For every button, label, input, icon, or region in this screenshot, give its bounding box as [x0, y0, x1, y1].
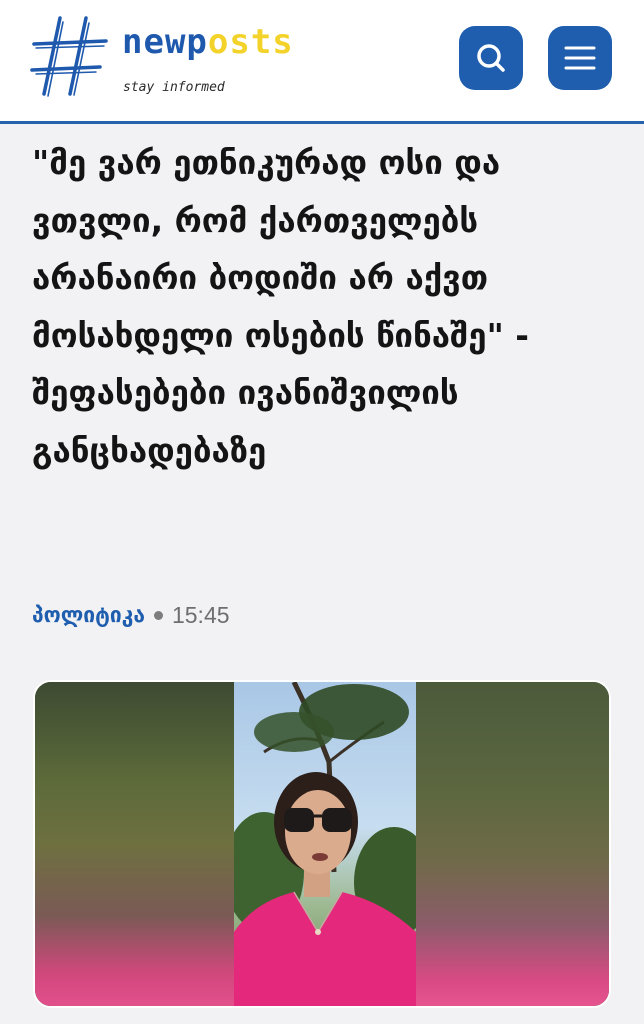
- logo-wordmark-blue: newp: [122, 22, 208, 62]
- site-header: newposts stay informed: [0, 0, 644, 121]
- header-divider: [0, 121, 644, 124]
- video-frame-image: [234, 682, 416, 1006]
- article-meta: პოლიტიკა 15:45: [32, 600, 230, 630]
- search-icon: [477, 44, 505, 72]
- article-headline[interactable]: "მე ვარ ეთნიკურად ოსი და ვთვლი, რომ ქართ…: [32, 134, 622, 479]
- blurred-background-left: [35, 682, 235, 1006]
- logo-wordmark: newposts: [122, 22, 294, 62]
- logo-tagline: stay informed: [123, 80, 225, 95]
- video-frame: [234, 682, 416, 1006]
- hamburger-menu-icon: [564, 46, 596, 70]
- publish-time: 15:45: [171, 601, 230, 628]
- logo-wordmark-yellow: osts: [207, 22, 294, 62]
- separator-dot: [153, 610, 163, 620]
- hash-logo-icon: [30, 16, 108, 97]
- search-button[interactable]: [459, 26, 523, 90]
- site-logo[interactable]: newposts stay informed: [30, 14, 350, 104]
- blurred-background-right: [413, 682, 609, 1006]
- article-video-thumbnail[interactable]: [33, 680, 611, 1008]
- category-link[interactable]: პოლიტიკა: [32, 603, 145, 627]
- menu-button[interactable]: [548, 26, 612, 90]
